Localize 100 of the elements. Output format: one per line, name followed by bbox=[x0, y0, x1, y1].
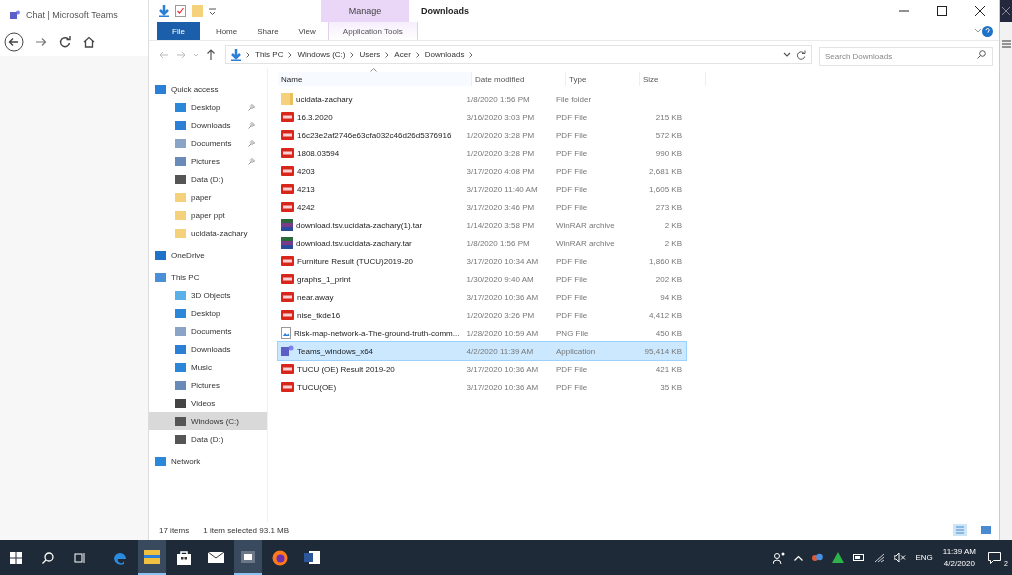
breadcrumb-item[interactable]: Windows (C:) bbox=[297, 50, 346, 59]
ribbon-tab[interactable]: View bbox=[288, 22, 326, 40]
file-row[interactable]: Teams_windows_x64 4/2/2020 11:39 AM Application 95,414 KB bbox=[278, 342, 686, 360]
breadcrumb-item[interactable]: This PC bbox=[255, 50, 284, 59]
type-cell-text: PDF File bbox=[555, 292, 589, 302]
nav-item[interactable]: Windows (C:) bbox=[149, 412, 267, 430]
mail-icon bbox=[208, 552, 224, 563]
file-name: 4242 bbox=[297, 202, 315, 212]
language-indicator[interactable]: ENG bbox=[915, 553, 933, 562]
up-arrow-icon[interactable] bbox=[206, 49, 216, 60]
nav-item[interactable]: Documents bbox=[149, 322, 267, 340]
breadcrumb-item[interactable]: Users bbox=[359, 50, 381, 59]
date-cell-text: 1/20/2020 3:28 PM bbox=[465, 130, 536, 140]
task-view-icon[interactable] bbox=[74, 551, 86, 564]
selection-info: 1 item selected 93.1 MB bbox=[203, 525, 290, 535]
reload-icon[interactable] bbox=[58, 35, 72, 49]
nav-item[interactable]: Downloads bbox=[149, 340, 267, 358]
close-icon[interactable] bbox=[975, 6, 985, 16]
ribbon-tab[interactable]: Home bbox=[205, 22, 248, 40]
breadcrumb-item[interactable]: Downloads bbox=[424, 50, 465, 59]
type-cell-text: PDF File bbox=[555, 112, 589, 122]
file-row[interactable]: ucidata-zachary 1/8/2020 1:56 PM File folder bbox=[278, 90, 686, 108]
pin-icon[interactable] bbox=[248, 121, 255, 129]
properties-icon[interactable] bbox=[175, 5, 186, 17]
maximize-icon[interactable] bbox=[937, 6, 947, 16]
nav-item[interactable]: Videos bbox=[149, 394, 267, 412]
file-row[interactable]: TUCU (OE) Result 2019-20 3/17/2020 10:36 AM PDF File 421 KB bbox=[278, 360, 686, 378]
file-name: download.tsv.ucidata-zachary.tar bbox=[296, 238, 412, 248]
clock-date: 4/2/2020 bbox=[943, 557, 975, 570]
ribbon-tab[interactable]: File bbox=[157, 22, 200, 40]
windows-start-icon[interactable] bbox=[10, 551, 22, 564]
nav-item[interactable]: Quick access bbox=[149, 80, 267, 98]
nav-item[interactable]: Downloads bbox=[149, 116, 267, 134]
ribbon-tab[interactable]: Share bbox=[247, 22, 289, 40]
pin-icon[interactable] bbox=[248, 103, 255, 111]
back-icon[interactable] bbox=[4, 32, 24, 52]
column-header[interactable]: Date modified bbox=[472, 72, 566, 86]
pdf-icon bbox=[281, 382, 294, 392]
volume-muted-icon[interactable] bbox=[894, 553, 907, 562]
address-bar[interactable]: This PC Windows (C:) Users Acer Downloads bbox=[225, 45, 812, 64]
file-row[interactable]: graphs_1_print 1/30/2020 9:40 AM PDF File 202 KB bbox=[278, 270, 686, 288]
forward-icon[interactable] bbox=[34, 35, 48, 49]
ribbon-tab[interactable]: Application Tools bbox=[327, 22, 418, 40]
file-row[interactable]: 16.3.2020 3/16/2020 3:03 PM PDF File 215 KB bbox=[278, 108, 686, 126]
home-icon[interactable] bbox=[82, 35, 96, 49]
nav-item[interactable]: paper bbox=[149, 188, 267, 206]
chevron-down-icon[interactable] bbox=[783, 51, 791, 58]
nav-item[interactable]: ucidata-zachary bbox=[149, 224, 267, 242]
file-row[interactable]: 4213 3/17/2020 11:40 AM PDF File 1,605 KB bbox=[278, 180, 686, 198]
type-cell-text: File folder bbox=[555, 94, 593, 104]
file-row[interactable]: download.tsv.ucidata-zachary.tar 1/8/2020 1:56 PM WinRAR archive 2 KB bbox=[278, 234, 686, 252]
nav-item[interactable]: Pictures bbox=[149, 376, 267, 394]
pin-icon[interactable] bbox=[248, 157, 255, 165]
nav-item[interactable]: Desktop bbox=[149, 304, 267, 322]
battery-icon[interactable] bbox=[853, 554, 866, 561]
nav-item[interactable]: Data (D:) bbox=[149, 170, 267, 188]
nav-item[interactable]: Desktop bbox=[149, 98, 267, 116]
triangle-icon[interactable] bbox=[832, 552, 845, 563]
file-row[interactable]: 1808.03594 1/20/2020 3:28 PM PDF File 990 KB bbox=[278, 144, 686, 162]
menu-icon[interactable] bbox=[1001, 40, 1011, 48]
taskbar-app[interactable] bbox=[234, 540, 262, 575]
nav-item[interactable]: paper ppt bbox=[149, 206, 267, 224]
file-row[interactable]: 4242 3/17/2020 3:46 PM PDF File 273 KB bbox=[278, 198, 686, 216]
refresh-icon[interactable] bbox=[796, 49, 806, 60]
chevron-icon[interactable] bbox=[974, 28, 982, 34]
nav-item[interactable]: Documents bbox=[149, 134, 267, 152]
nav-item[interactable]: Data (D:) bbox=[149, 430, 267, 448]
column-header[interactable]: Size bbox=[640, 72, 706, 86]
file-name: TUCU(OE) bbox=[297, 382, 337, 392]
breadcrumb-item[interactable]: Acer bbox=[394, 50, 411, 59]
help-icon[interactable] bbox=[982, 25, 993, 37]
pin-icon[interactable] bbox=[248, 139, 255, 147]
wifi-icon[interactable] bbox=[874, 552, 886, 563]
nav-item[interactable]: Network bbox=[149, 452, 267, 470]
folder-icon bbox=[175, 192, 186, 202]
chevron-up-icon[interactable] bbox=[794, 554, 804, 561]
file-row[interactable]: near.away 3/17/2020 10:36 AM PDF File 94 KB bbox=[278, 288, 686, 306]
file-row[interactable]: 16c23e2af2746e63cfa032c46d26d5376916 1/20/2020 3:28 PM PDF File 572 KB bbox=[278, 126, 686, 144]
nav-item[interactable]: Music bbox=[149, 358, 267, 376]
search-field[interactable]: Search Downloads bbox=[819, 47, 993, 66]
type-cell-text: PDF File bbox=[555, 256, 589, 266]
search-icon[interactable] bbox=[42, 551, 54, 564]
app-tray-icon[interactable] bbox=[812, 553, 824, 562]
close-button[interactable] bbox=[1000, 0, 1012, 22]
download-arrow-icon[interactable] bbox=[159, 5, 169, 17]
file-row[interactable]: TUCU(OE) 3/17/2020 10:36 AM PDF File 35 KB bbox=[278, 378, 686, 396]
dropdown-icon[interactable] bbox=[209, 7, 216, 15]
file-row[interactable]: Risk-map-network-a-The-ground-truth-comm... 1/28/2020 10:59 AM PNG File 450 KB bbox=[278, 324, 686, 342]
nav-item[interactable]: This PC bbox=[149, 268, 267, 286]
column-header[interactable]: Type bbox=[566, 72, 640, 86]
nav-item[interactable]: Pictures bbox=[149, 152, 267, 170]
people-icon[interactable] bbox=[773, 551, 786, 564]
clock[interactable]: 11:39 AM 4/2/2020 bbox=[942, 545, 976, 570]
file-row[interactable]: download.tsv.ucidata-zachary(1).tar 1/14/2020 3:58 PM WinRAR archive 2 KB bbox=[278, 216, 686, 234]
file-row[interactable]: Furniture Result (TUCU)2019-20 3/17/2020 10:34 AM PDF File 1,860 KB bbox=[278, 252, 686, 270]
file-row[interactable]: nise_tkde16 1/20/2020 3:26 PM PDF File 4,412 KB bbox=[278, 306, 686, 324]
file-row[interactable]: 4203 3/17/2020 4:08 PM PDF File 2,681 KB bbox=[278, 162, 686, 180]
nav-item[interactable]: OneDrive bbox=[149, 246, 267, 264]
nav-item[interactable]: 3D Objects bbox=[149, 286, 267, 304]
size-cell: 35 KB bbox=[660, 382, 682, 392]
